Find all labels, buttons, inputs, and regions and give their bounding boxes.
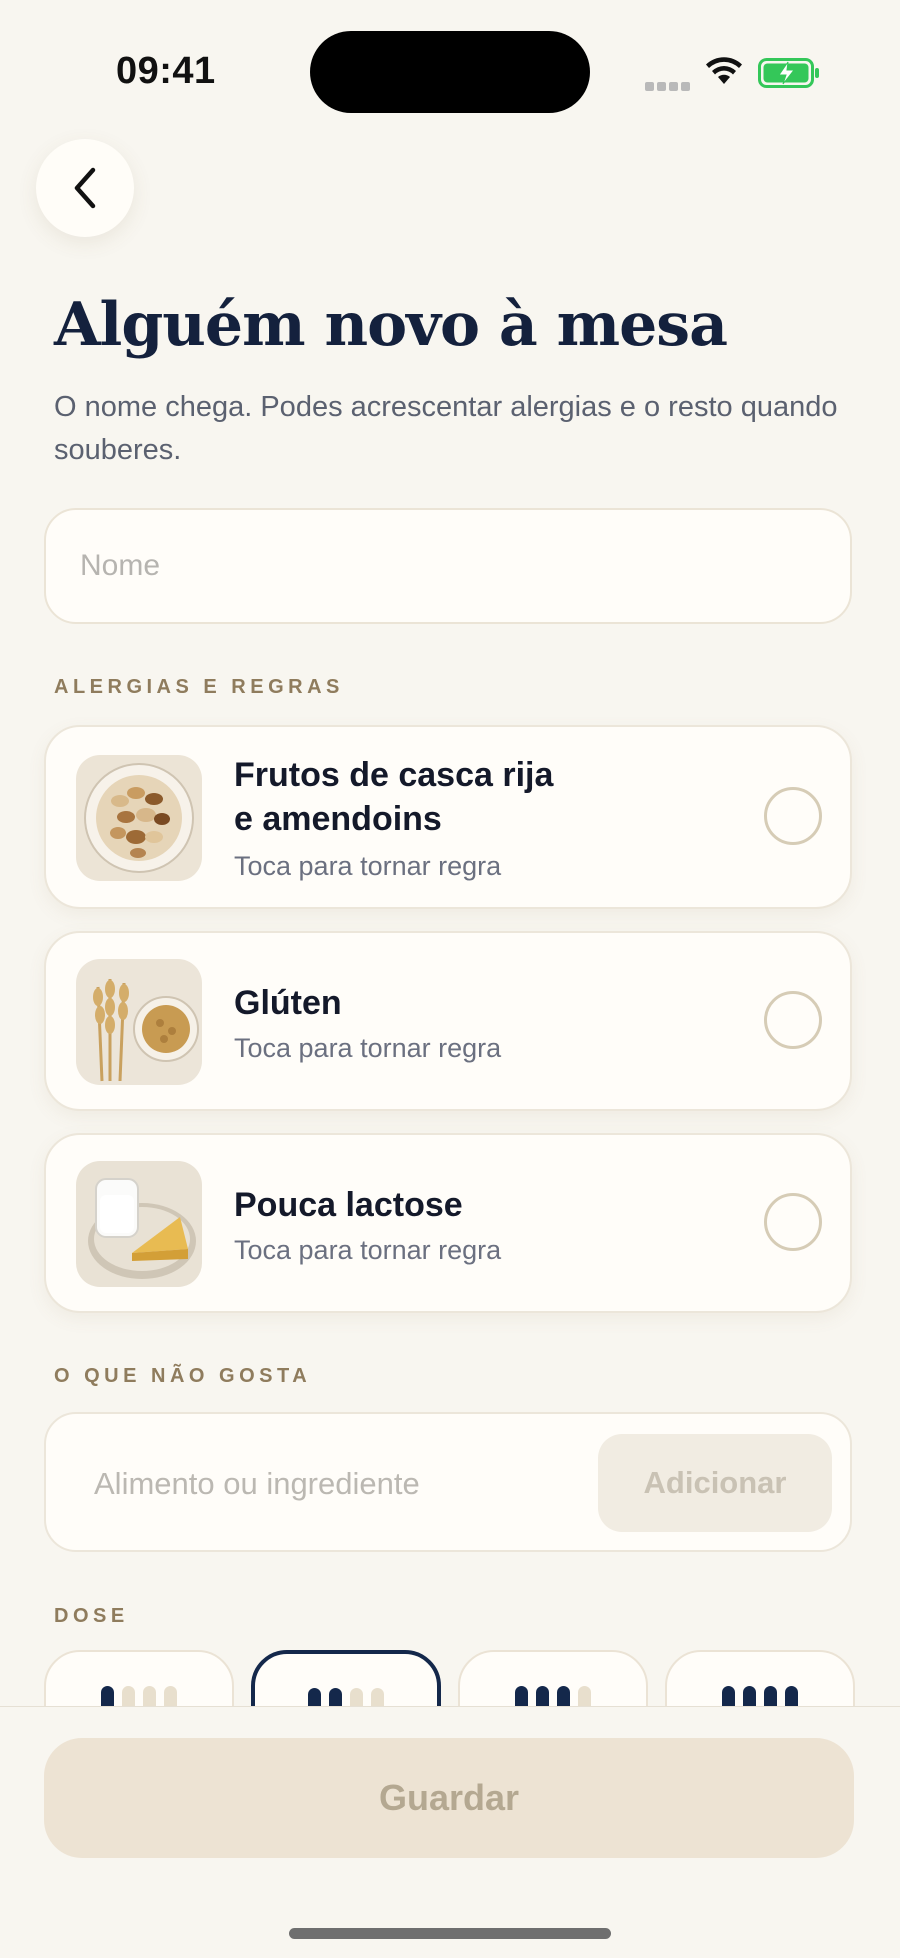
nuts-image (76, 755, 202, 881)
allergy-hint: Toca para tornar regra (234, 1033, 502, 1063)
chevron-left-icon (74, 167, 96, 209)
dose-option-3[interactable] (458, 1650, 648, 1706)
battery-charging-icon (758, 58, 819, 88)
save-button[interactable]: Guardar (44, 1738, 854, 1858)
allergy-title: Glúten (234, 984, 342, 1022)
dynamic-island (310, 31, 590, 113)
page-title: Alguém novo à mesa (54, 290, 728, 360)
allergy-toggle[interactable] (764, 1193, 822, 1251)
dose-level-bars (515, 1686, 591, 1706)
add-button[interactable]: Adicionar (598, 1434, 832, 1532)
cellular-signal-icon (645, 78, 693, 96)
section-label-dose: DOSE (54, 1605, 129, 1627)
home-indicator[interactable] (289, 1928, 611, 1939)
allergy-hint: Toca para tornar regra (234, 1235, 502, 1265)
dose-option-2[interactable] (251, 1650, 441, 1706)
allergy-toggle[interactable] (764, 787, 822, 845)
allergy-card-gluten[interactable]: Glúten Toca para tornar regra (44, 931, 852, 1111)
allergy-hint: Toca para tornar regra (234, 851, 502, 881)
name-field[interactable] (44, 508, 852, 624)
name-input[interactable] (78, 548, 850, 584)
dose-option-4[interactable] (665, 1650, 855, 1706)
allergy-card-lactose[interactable]: Pouca lactose Toca para tornar regra (44, 1133, 852, 1313)
bottom-action-bar: Guardar (0, 1706, 900, 1958)
page-subtitle: O nome chega. Podes acrescentar alergias… (54, 391, 838, 466)
status-time: 09:41 (116, 50, 216, 92)
dislike-field: Adicionar (44, 1412, 852, 1552)
dose-level-bars (722, 1686, 798, 1706)
allergy-toggle[interactable] (764, 991, 822, 1049)
dose-selector (0, 1650, 900, 1706)
allergy-title: Pouca lactose (234, 1186, 463, 1224)
dose-level-bars (101, 1686, 177, 1706)
dose-level-bars (308, 1688, 384, 1706)
wifi-icon (706, 57, 742, 84)
dose-option-1[interactable] (44, 1650, 234, 1706)
dislike-input[interactable] (92, 1456, 566, 1512)
wheat-image (76, 959, 202, 1085)
back-button[interactable] (36, 139, 134, 237)
section-label-dislikes: O QUE NÃO GOSTA (54, 1365, 312, 1387)
section-label-allergies: ALERGIAS E REGRAS (54, 676, 344, 698)
allergy-card-nuts[interactable]: Frutos de casca rija e amendoins Toca pa… (44, 725, 852, 909)
milk-cheese-image (76, 1161, 202, 1287)
allergy-title: Frutos de casca rija e amendoins (234, 756, 554, 838)
status-bar: 09:41 (0, 0, 900, 130)
